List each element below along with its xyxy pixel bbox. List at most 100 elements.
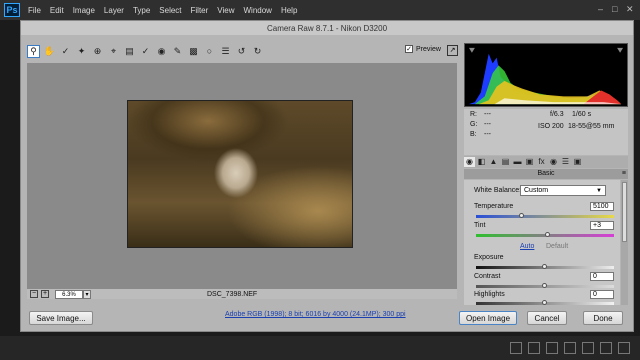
image-canvas[interactable] <box>27 63 457 289</box>
snapshots-tab-icon[interactable]: ▣ <box>572 157 583 167</box>
panel-scrollbar[interactable] <box>621 180 628 305</box>
menu-view[interactable]: View <box>217 6 234 15</box>
contrast-value[interactable]: 0 <box>590 272 614 281</box>
contrast-slider-thumb[interactable] <box>542 283 547 288</box>
r-label: R: <box>470 111 477 118</box>
close-icon[interactable]: ✕ <box>626 4 634 15</box>
menu-help[interactable]: Help <box>281 6 297 15</box>
highlights-slider[interactable] <box>476 300 614 305</box>
menu-layer[interactable]: Layer <box>104 6 124 15</box>
target-adjust-icon[interactable]: ⊕ <box>91 45 104 58</box>
exposure-slider[interactable] <box>476 264 614 269</box>
basic-adjustments: White Balance: Custom ▼ Temperature 5100… <box>464 180 620 305</box>
hsl-tab-icon[interactable]: ▤ <box>500 157 511 167</box>
menu-window[interactable]: Window <box>244 6 272 15</box>
minimize-icon[interactable]: – <box>598 4 603 14</box>
taskbar-app-icon[interactable] <box>510 342 522 354</box>
save-image-button[interactable]: Save Image... <box>29 311 93 325</box>
cancel-button[interactable]: Cancel <box>527 311 567 325</box>
menu-filter[interactable]: Filter <box>191 6 209 15</box>
detail-tab-icon[interactable]: ▲ <box>488 157 499 167</box>
red-eye-icon[interactable]: ◉ <box>155 45 168 58</box>
radial-filter-icon[interactable]: ○ <box>203 45 216 58</box>
photoshop-logo: Ps <box>4 3 20 17</box>
white-balance-icon[interactable]: ✓ <box>59 45 72 58</box>
temperature-value[interactable]: 5100 <box>590 202 614 211</box>
graduated-filter-icon[interactable]: ▩ <box>187 45 200 58</box>
main-menu: File Edit Image Layer Type Select Filter… <box>28 6 306 15</box>
taskbar-app-icon[interactable] <box>528 342 540 354</box>
zoom-in-icon[interactable]: + <box>41 290 49 298</box>
tint-value[interactable]: +3 <box>590 221 614 230</box>
app-menubar: Ps File Edit Image Layer Type Select Fil… <box>0 0 640 20</box>
contrast-slider[interactable] <box>476 283 614 288</box>
highlights-label: Highlights <box>474 291 505 298</box>
taskbar-app-icon[interactable] <box>546 342 558 354</box>
lens-corrections-tab-icon[interactable]: ▣ <box>524 157 535 167</box>
tone-curve-tab-icon[interactable]: ◧ <box>476 157 487 167</box>
taskbar-app-icon[interactable] <box>564 342 576 354</box>
panel-tabs: ◉ ◧ ▲ ▤ ▬ ▣ fx ◉ ☰ ▣ <box>464 156 628 168</box>
b-value: --- <box>484 131 491 138</box>
highlights-value[interactable]: 0 <box>590 290 614 299</box>
taskbar-app-icon[interactable] <box>618 342 630 354</box>
shutter-speed: 1/60 s <box>572 111 592 118</box>
exposure-slider-thumb[interactable] <box>542 264 547 269</box>
taskbar-app-icon[interactable] <box>600 342 612 354</box>
scrollbar-thumb[interactable] <box>622 182 627 242</box>
maximize-icon[interactable]: □ <box>612 4 617 14</box>
menu-type[interactable]: Type <box>133 6 150 15</box>
spot-removal-icon[interactable]: ✓ <box>139 45 152 58</box>
rotate-ccw-icon[interactable]: ↺ <box>235 45 248 58</box>
contrast-label: Contrast <box>474 273 501 280</box>
temperature-slider-thumb[interactable] <box>518 213 524 218</box>
white-balance-select[interactable]: Custom ▼ <box>520 185 606 196</box>
iso: ISO 200 <box>538 123 564 130</box>
default-link[interactable]: Default <box>546 243 568 250</box>
menu-image[interactable]: Image <box>73 6 95 15</box>
dialog-title: Camera Raw 8.7.1 - Nikon D3200 <box>266 23 388 33</box>
basic-section-header: Basic ≡ <box>464 169 628 179</box>
preview-checkbox[interactable]: ✓ Preview <box>405 45 441 53</box>
adjustment-panel: R: --- G: --- B: --- f/6.3 1/60 s ISO 20… <box>462 43 630 305</box>
auto-link[interactable]: Auto <box>520 243 534 250</box>
presets-tab-icon[interactable]: ☰ <box>560 157 571 167</box>
basic-tab-icon[interactable]: ◉ <box>464 157 475 167</box>
tint-slider[interactable] <box>476 232 614 237</box>
g-value: --- <box>484 121 491 128</box>
zoom-dropdown-icon[interactable]: ▾ <box>83 289 91 299</box>
hand-icon[interactable]: ✋ <box>43 45 56 58</box>
highlights-slider-thumb[interactable] <box>542 300 547 305</box>
temperature-slider[interactable] <box>476 213 614 218</box>
tint-slider-thumb[interactable] <box>544 232 550 237</box>
camera-raw-dialog: Camera Raw 8.7.1 - Nikon D3200 ⚲ ✋ ✓ ✦ ⊕… <box>20 20 634 332</box>
menu-select[interactable]: Select <box>159 6 181 15</box>
effects-tab-icon[interactable]: fx <box>536 157 547 167</box>
taskbar-app-icon[interactable] <box>582 342 594 354</box>
adjustment-brush-icon[interactable]: ✎ <box>171 45 184 58</box>
g-label: G: <box>470 121 478 128</box>
r-value: --- <box>484 111 491 118</box>
menu-file[interactable]: File <box>28 6 41 15</box>
camera-calibration-tab-icon[interactable]: ◉ <box>548 157 559 167</box>
tint-label: Tint <box>474 222 486 229</box>
preferences-icon[interactable]: ☰ <box>219 45 232 58</box>
workflow-options-link[interactable]: Adobe RGB (1998); 8 bit; 6016 by 4000 (2… <box>225 311 406 318</box>
zoom-out-icon[interactable]: − <box>30 290 38 298</box>
panel-menu-icon[interactable]: ≡ <box>622 169 626 179</box>
straighten-icon[interactable]: ▤ <box>123 45 136 58</box>
preview-label: Preview <box>416 45 441 53</box>
menu-edit[interactable]: Edit <box>50 6 64 15</box>
zoom-icon[interactable]: ⚲ <box>27 44 40 58</box>
split-toning-tab-icon[interactable]: ▬ <box>512 157 523 167</box>
rotate-cw-icon[interactable]: ↻ <box>251 45 264 58</box>
done-button[interactable]: Done <box>583 311 623 325</box>
crop-icon[interactable]: ⌖ <box>107 45 120 58</box>
canvas-status-bar: − + 6.3% ▾ DSC_7398.NEF <box>27 289 457 299</box>
color-sampler-icon[interactable]: ✦ <box>75 45 88 58</box>
open-image-button[interactable]: Open Image <box>459 311 517 325</box>
fullscreen-icon[interactable]: ↗ <box>447 45 458 56</box>
lens-info: 18-55@55 mm <box>568 123 615 130</box>
zoom-level[interactable]: 6.3% <box>55 289 83 299</box>
exposure-label: Exposure <box>474 254 504 261</box>
